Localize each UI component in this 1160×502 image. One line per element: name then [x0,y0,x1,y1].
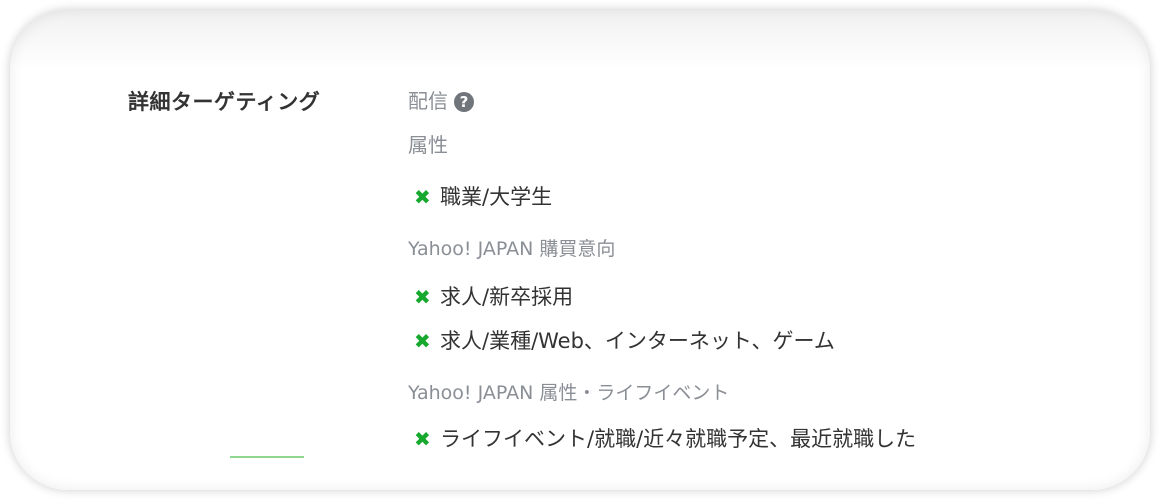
list-item-label: 求人/新卒採用 [440,285,574,309]
list-item: ✖ ライフイベント/就職/近々就職予定、最近就職した [408,424,1108,454]
targeting-content: 配信? 属性 ✖ 職業/大学生 Yahoo! JAPAN 購買意向 ✖ 求人/新… [408,86,1108,454]
list-item: ✖ 求人/業種/Web、インターネット、ゲーム [408,326,1108,356]
list-item: ✖ 職業/大学生 [408,182,1108,212]
attributes-heading: 属性 [408,133,448,157]
remove-icon[interactable]: ✖ [414,282,440,312]
list-item: ✖ 求人/新卒採用 [408,282,1108,312]
help-icon[interactable]: ? [454,92,474,112]
remove-icon[interactable]: ✖ [414,326,440,356]
remove-icon[interactable]: ✖ [414,424,440,454]
list-item-label: 求人/業種/Web、インターネット、ゲーム [440,329,835,353]
list-item-label: ライフイベント/就職/近々就職予定、最近就職した [440,427,917,451]
delivery-heading-label: 配信 [408,89,448,113]
green-indicator-line [230,456,304,458]
detailed-targeting-panel: 詳細ターゲティング 配信? 属性 ✖ 職業/大学生 Yahoo! JAPAN 購… [10,10,1150,490]
delivery-heading: 配信? [408,86,1108,116]
section-label: 詳細ターゲティング [128,90,321,114]
life-events-heading: Yahoo! JAPAN 属性・ライフイベント [408,382,730,404]
remove-icon[interactable]: ✖ [414,182,440,212]
list-item-label: 職業/大学生 [440,185,553,209]
purchase-intent-heading: Yahoo! JAPAN 購買意向 [408,238,616,260]
